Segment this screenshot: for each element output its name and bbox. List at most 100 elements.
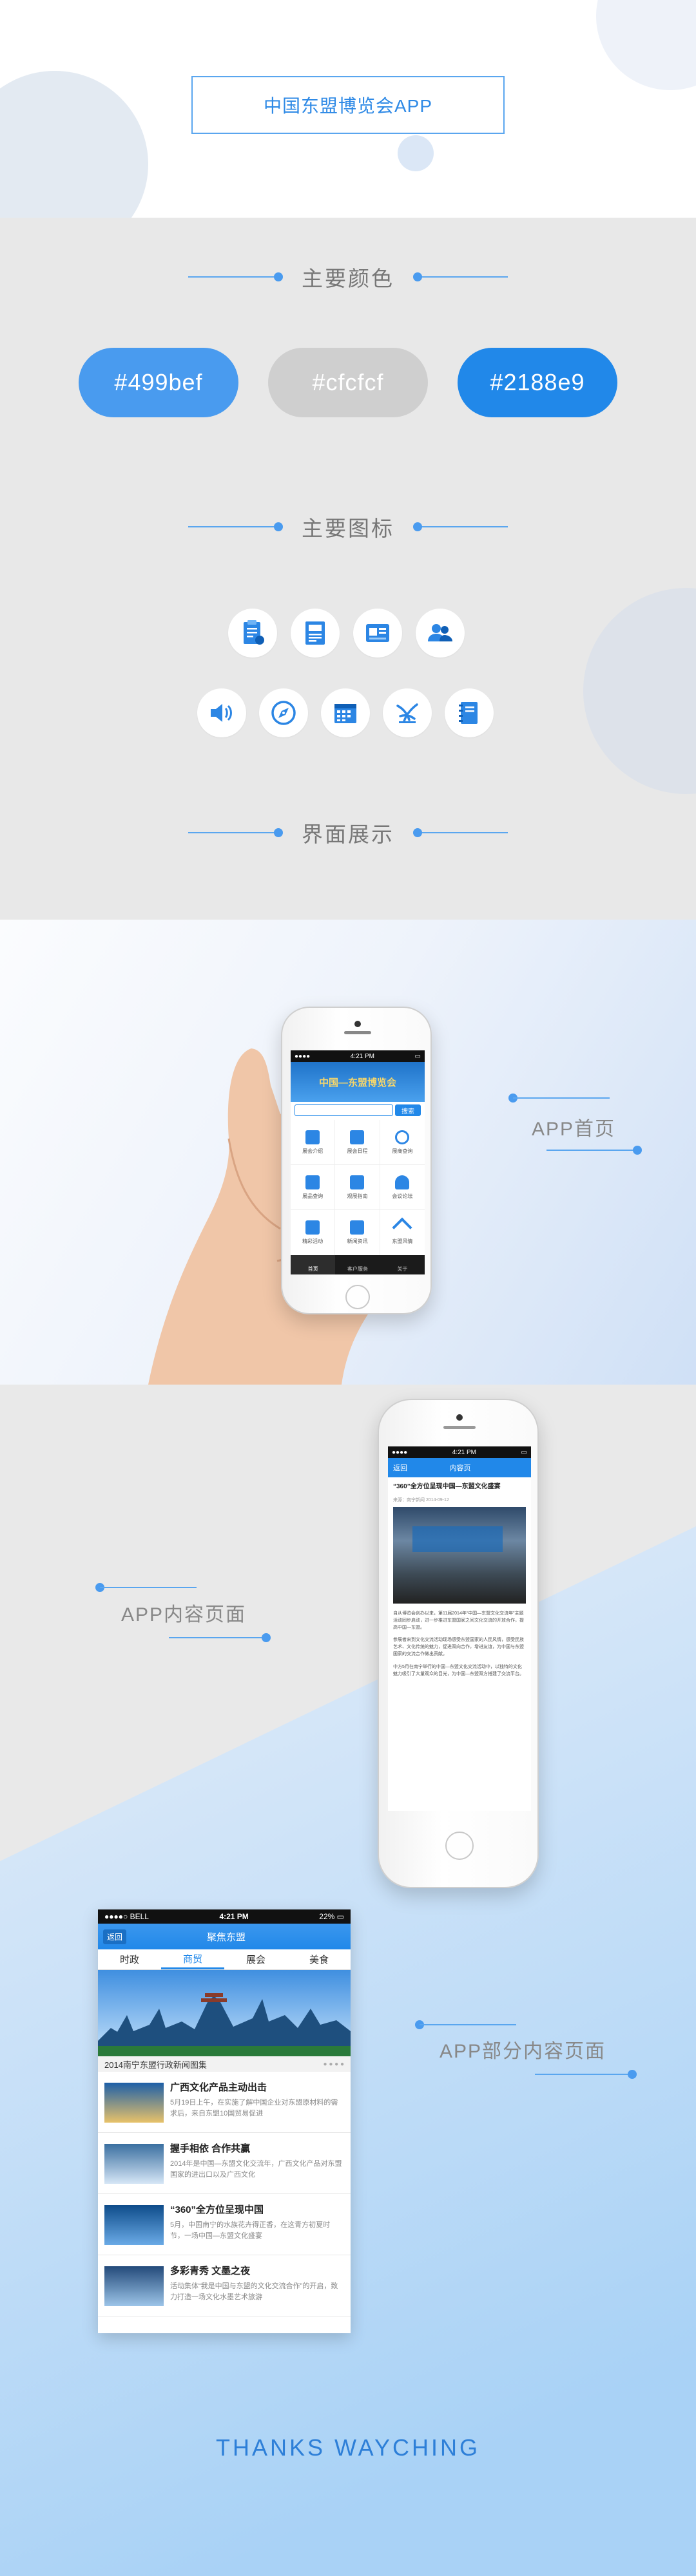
- heading-line-left: [188, 522, 283, 531]
- news-text: “360”全方位呈现中国 5月，中国南宁的水族花卉得正香，在这青方初夏时节，一场中…: [170, 2200, 344, 2249]
- search-bar: 搜索: [295, 1104, 421, 1116]
- news-desc: 活动集体“我是中国与东盟的文化交流合作”的开启，致力打造一场文化水墨艺术旅游: [170, 2282, 338, 2302]
- tab-label: 美食: [309, 1955, 329, 1965]
- calendar-icon: [321, 688, 370, 737]
- label-line-top: [420, 2024, 516, 2025]
- document-icon: [305, 1175, 320, 1189]
- thanks-footer: THANKS WAYCHING: [215, 2434, 480, 2461]
- back-button[interactable]: 返回: [393, 1463, 407, 1473]
- content-showcase: ●●●● 4:21 PM ▭ 返回 内容页 “360”全方位呈现中国—东盟文化盛宴 …: [0, 1385, 696, 2576]
- decor-circle-left: [0, 71, 148, 218]
- notebook-icon: [445, 688, 494, 737]
- news-item[interactable]: 多彩青秀 文墨之夜 活动集体“我是中国与东盟的文化交流合作”的开启，致力打造一场文…: [98, 2255, 351, 2316]
- document-icon: [291, 609, 340, 658]
- battery-icon: ▭: [336, 1912, 344, 1921]
- back-button[interactable]: 返回: [103, 1929, 127, 1944]
- tab-label: 关于: [397, 1266, 408, 1272]
- decor-circle-top-right: [596, 0, 696, 90]
- photo-stage: [412, 1526, 503, 1552]
- landmarks-banner[interactable]: [98, 1970, 351, 2056]
- phone-camera: [354, 1021, 361, 1027]
- heading-line-left: [188, 272, 283, 281]
- status-bar: ●●●● 4:21 PM ▭: [291, 1050, 425, 1062]
- grid-item-label: 展商查询: [392, 1148, 413, 1154]
- banner-text: 中国—东盟博览会: [318, 1077, 396, 1088]
- grid-item-label: 新闻资讯: [347, 1238, 368, 1244]
- grid-item[interactable]: 东盟风情: [380, 1210, 425, 1255]
- home-screen-showcase: ●●●● 4:21 PM ▭ 中国—东盟博览会 搜索 展会介绍 展会日程 展商查询 …: [0, 920, 696, 1385]
- article-photo: [393, 1506, 526, 1604]
- decor-circle-right: [583, 588, 696, 794]
- id-card-icon: [305, 1220, 320, 1235]
- news-desc: 5月，中国南宁的水族花卉得正香，在这青方初夏时节，一场中国—东盟文化盛宴: [170, 2221, 331, 2240]
- home-grid: 展会介绍 展会日程 展商查询 展品查询 观展指南 会议论坛 精彩活动 新闻资讯 …: [291, 1120, 425, 1255]
- label-line-bottom: [546, 1150, 637, 1151]
- app-title-box: 中国东盟博览会APP: [191, 76, 505, 134]
- news-item[interactable]: “360”全方位呈现中国 5月，中国南宁的水族花卉得正香，在这青方初夏时节，一场中…: [98, 2194, 351, 2255]
- speaker-icon: [197, 688, 246, 737]
- tab-service[interactable]: 客户服务: [335, 1255, 380, 1274]
- list-screen-label: APP部分内容页面: [440, 2041, 606, 2062]
- home-tabbar: 首页 客户服务 关于: [291, 1255, 425, 1274]
- expo-logo-icon: [392, 1217, 412, 1238]
- tab-trade[interactable]: 商贸: [161, 1949, 224, 1969]
- label-line-top: [513, 1097, 610, 1099]
- grid-item-label: 展会日程: [347, 1148, 368, 1154]
- news-item[interactable]: 握手相依 合作共赢 2014年是中国—东盟文化交流年，广西文化产品对东盟国家的进出…: [98, 2133, 351, 2194]
- news-section-title: 2014南宁东盟行政新闻图集: [104, 2060, 207, 2070]
- grid-item[interactable]: 精彩活动: [291, 1210, 336, 1255]
- content-nav-title: 内容页: [449, 1464, 471, 1472]
- grid-item-label: 展会介绍: [302, 1148, 324, 1154]
- clipboard-icon: [350, 1175, 365, 1189]
- search-input[interactable]: [295, 1104, 393, 1116]
- label-dot-end: [633, 1146, 642, 1155]
- list-nav-title: 聚焦东盟: [207, 1931, 246, 1943]
- grid-item-label: 精彩活动: [302, 1238, 324, 1244]
- swatch-gray: #cfcfcf: [268, 348, 428, 417]
- label-line-top: [100, 1587, 197, 1588]
- home-screen: ●●●● 4:21 PM ▭ 中国—东盟博览会 搜索 展会介绍 展会日程 展商查询 …: [291, 1050, 425, 1274]
- grid-item[interactable]: 展会介绍: [291, 1120, 336, 1165]
- news-thumbnail: [104, 2083, 164, 2123]
- article-title: “360”全方位呈现中国—东盟文化盛宴: [393, 1483, 501, 1490]
- tab-label: 客户服务: [347, 1266, 368, 1272]
- colors-heading-text: 主要颜色: [302, 267, 394, 290]
- grid-item[interactable]: 观展指南: [335, 1165, 380, 1210]
- showcase-heading: 界面展示: [0, 813, 696, 852]
- status-time: 4:21 PM: [350, 1052, 374, 1060]
- grid-item-label: 会议论坛: [392, 1193, 413, 1199]
- content-navbar: 返回 内容页: [388, 1458, 531, 1477]
- users-icon: [395, 1175, 410, 1189]
- grid-item-label: 东盟风情: [392, 1238, 413, 1244]
- tab-politics[interactable]: 时政: [98, 1949, 161, 1969]
- article-paragraph: 中方5月在南宁举行的中国—东盟文化交流活动中，以独特的文化魅力吸引了大量观众的目…: [393, 1664, 524, 1676]
- heading-line-right: [413, 272, 508, 281]
- grid-item[interactable]: 展商查询: [380, 1120, 425, 1165]
- news-section-header: 2014南宁东盟行政新闻图集 ● ● ● ●: [98, 2056, 351, 2072]
- category-tabs: 时政 商贸 展会 美食: [98, 1949, 351, 1970]
- grid-item[interactable]: 新闻资讯: [335, 1210, 380, 1255]
- grid-item[interactable]: 展品查询: [291, 1165, 336, 1210]
- tab-home[interactable]: 首页: [291, 1255, 336, 1274]
- news-thumbnail: [104, 2144, 164, 2184]
- speaker-icon: [305, 1130, 320, 1144]
- clipboard-icon: [228, 609, 277, 658]
- heading-line-right: [413, 522, 508, 531]
- colors-heading: 主要颜色: [0, 258, 696, 296]
- status-carrier: BELL: [130, 1912, 149, 1921]
- tab-label: 时政: [119, 1955, 139, 1965]
- id-card-icon: [353, 609, 402, 658]
- tab-food[interactable]: 美食: [287, 1949, 351, 1969]
- search-button[interactable]: 搜索: [395, 1104, 421, 1116]
- news-text: 多彩青秀 文墨之夜 活动集体“我是中国与东盟的文化交流合作”的开启，致力打造一场文…: [170, 2261, 344, 2310]
- tab-expo[interactable]: 展会: [224, 1949, 287, 1969]
- expo-logo-icon: [383, 688, 432, 737]
- grid-item[interactable]: 会议论坛: [380, 1165, 425, 1210]
- heading-line-left: [188, 828, 283, 837]
- news-item[interactable]: 广西文化产品主动出击 5月19日上午，在实施了解中国企业对东盟原材料的需求后，来自…: [98, 2072, 351, 2133]
- home-banner: 中国—东盟博览会: [291, 1062, 425, 1102]
- news-thumbnail: [104, 2266, 164, 2306]
- search-button-label: 搜索: [401, 1108, 414, 1115]
- tab-about[interactable]: 关于: [380, 1255, 425, 1274]
- grid-item[interactable]: 展会日程: [335, 1120, 380, 1165]
